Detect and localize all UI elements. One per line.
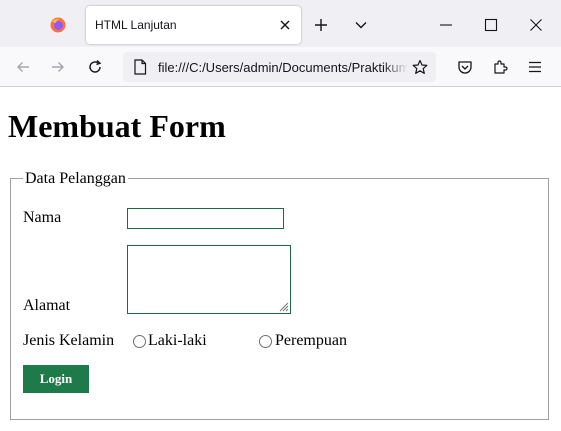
perempuan-label[interactable]: Perempuan xyxy=(275,332,347,350)
laki-laki-radio[interactable] xyxy=(133,335,146,348)
tab-title: HTML Lanjutan xyxy=(95,18,177,32)
perempuan-radio[interactable] xyxy=(259,335,272,348)
back-icon[interactable] xyxy=(15,59,31,75)
page-heading: Membuat Form xyxy=(8,108,226,144)
maximize-icon[interactable] xyxy=(484,18,498,32)
laki-laki-label[interactable]: Laki-laki xyxy=(148,332,207,350)
menu-icon[interactable] xyxy=(528,60,542,74)
navigation-toolbar: file:///C:/Users/admin/Documents/Praktik… xyxy=(0,47,561,87)
new-tab-icon[interactable] xyxy=(313,17,329,33)
fieldset-legend: Data Pelanggan xyxy=(23,170,128,188)
alamat-textarea[interactable] xyxy=(127,245,291,314)
customer-fieldset: Data Pelanggan Nama Alamat Jenis Kelamin… xyxy=(10,170,549,420)
firefox-logo xyxy=(50,17,66,33)
page-content: Membuat Form Data Pelanggan Nama Alamat … xyxy=(0,88,561,431)
alamat-label: Alamat xyxy=(23,297,71,314)
minimize-icon[interactable] xyxy=(438,17,454,33)
extensions-icon[interactable] xyxy=(492,59,508,75)
url-text[interactable]: file:///C:/Users/admin/Documents/Praktik… xyxy=(158,60,408,75)
address-bar[interactable]: file:///C:/Users/admin/Documents/Praktik… xyxy=(123,52,436,82)
forward-icon[interactable] xyxy=(50,59,66,75)
list-all-tabs-icon[interactable] xyxy=(354,18,368,32)
close-tab-icon[interactable] xyxy=(278,18,292,32)
window-close-icon[interactable] xyxy=(529,18,543,32)
jenis-kelamin-label: Jenis Kelamin xyxy=(23,332,115,349)
page-icon xyxy=(134,59,147,75)
nama-label: Nama xyxy=(23,209,62,226)
login-button[interactable]: Login xyxy=(23,365,89,393)
active-tab[interactable]: HTML Lanjutan xyxy=(86,6,301,44)
bookmark-star-icon[interactable] xyxy=(412,59,428,75)
resize-grip-icon[interactable] xyxy=(277,300,289,312)
nama-input[interactable] xyxy=(127,208,284,229)
tab-bar: HTML Lanjutan xyxy=(0,0,561,47)
reload-icon[interactable] xyxy=(87,59,103,75)
pocket-icon[interactable] xyxy=(457,59,473,75)
